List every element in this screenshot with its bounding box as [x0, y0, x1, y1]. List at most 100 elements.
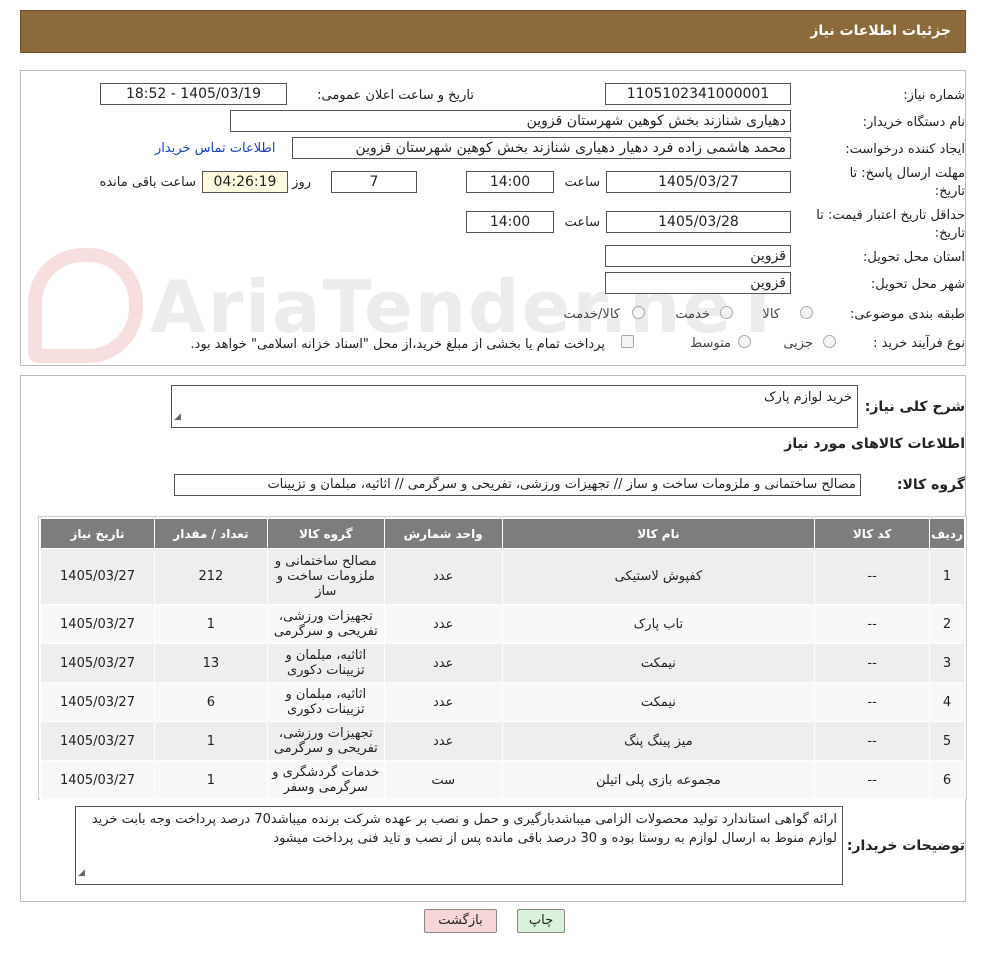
contact-buyer-link[interactable]: اطلاعات تماس خریدار: [155, 141, 275, 156]
cell-group: اثاثیه، مبلمان و تزیینات دکوری: [266, 643, 385, 683]
page-title: جزئیات اطلاعات نیاز: [810, 23, 951, 39]
col-header-name: نام کالا: [501, 518, 816, 549]
cell-qty: 1: [154, 760, 268, 800]
cell-code: --: [814, 682, 931, 722]
buyer-notes-field[interactable]: ارائه گواهی استاندارد تولید محصولات الزا…: [75, 806, 843, 885]
table-row: 6 -- مجموعه بازی پلی اتیلن ست خدمات گردش…: [40, 760, 965, 800]
page-header: جزئیات اطلاعات نیاز: [20, 10, 966, 53]
deadline-time-field[interactable]: 14:00: [466, 171, 554, 193]
province-field[interactable]: قزوین: [605, 245, 791, 267]
deadline-time-label: ساعت: [564, 175, 600, 190]
purchase-radio-medium[interactable]: [738, 335, 751, 348]
need-description-field[interactable]: خرید لوازم پارک ◢: [171, 385, 858, 428]
cell-unit: عدد: [383, 682, 503, 722]
cell-unit: ست: [383, 760, 503, 800]
cell-group: اثاثیه، مبلمان و تزیینات دکوری: [266, 682, 385, 722]
cell-name: مجموعه بازی پلی اتیلن: [501, 760, 816, 800]
resize-grip-icon[interactable]: ◢: [78, 864, 85, 883]
treasury-checkbox[interactable]: [621, 335, 634, 348]
resize-grip-icon[interactable]: ◢: [174, 408, 181, 426]
purchase-radio-minor[interactable]: [823, 335, 836, 348]
table-row: 4 -- نیمکت عدد اثاثیه، مبلمان و تزیینات …: [40, 682, 965, 722]
cell-name: کفپوش لاستیکی: [501, 548, 816, 605]
items-section-title: اطلاعات کالاهای مورد نیاز: [784, 436, 965, 452]
cell-name: میز پینگ پنگ: [501, 721, 816, 761]
cell-group: تجهیزات ورزشی، تفریحی و سرگرمی: [266, 721, 385, 761]
need-description-label: شرح کلی نیاز:: [864, 399, 965, 415]
creator-field[interactable]: محمد هاشمی زاده فرد دهیار دهیاری شنازند …: [292, 137, 791, 159]
cell-group: تجهیزات ورزشی، تفریحی و سرگرمی: [266, 604, 385, 644]
item-group-field[interactable]: مصالح ساختمانی و ملزومات ساخت و ساز // ت…: [174, 474, 861, 496]
table-row: 5 -- میز پینگ پنگ عدد تجهیزات ورزشی، تفر…: [40, 721, 965, 761]
validity-time-label: ساعت: [564, 215, 600, 230]
cell-qty: 6: [154, 682, 268, 722]
days-field[interactable]: 7: [331, 171, 417, 193]
deadline-label-line1: مهلت ارسال پاسخ: تا: [849, 166, 965, 181]
city-field[interactable]: قزوین: [605, 272, 791, 294]
col-header-date: تاریخ نیاز: [40, 518, 155, 549]
cell-name: نیمکت: [501, 643, 816, 683]
cell-code: --: [814, 548, 931, 605]
cell-row: 3: [929, 643, 965, 683]
need-number-label: شماره نیاز:: [903, 88, 965, 103]
col-header-row: ردیف: [929, 518, 965, 549]
table-row: 3 -- نیمکت عدد اثاثیه، مبلمان و تزیینات …: [40, 643, 965, 683]
cell-name: نیمکت: [501, 682, 816, 722]
cell-row: 1: [929, 548, 965, 605]
buyer-org-field[interactable]: دهیاری شنازند بخش کوهین شهرستان قزوین: [230, 110, 791, 132]
buyer-notes-text: ارائه گواهی استاندارد تولید محصولات الزا…: [91, 812, 837, 846]
cell-unit: عدد: [383, 604, 503, 644]
back-button[interactable]: بازگشت: [424, 909, 497, 933]
cell-unit: عدد: [383, 721, 503, 761]
purchase-minor-label: جزیی: [783, 336, 813, 351]
purchase-type-label: نوع فرآیند خرید :: [873, 336, 965, 351]
deadline-date-field[interactable]: 1405/03/27: [606, 171, 791, 193]
cell-code: --: [814, 760, 931, 800]
category-radio-goods[interactable]: [800, 306, 813, 319]
cell-code: --: [814, 643, 931, 683]
validity-time-field[interactable]: 14:00: [466, 211, 554, 233]
cell-group: خدمات گردشگری و سرگرمی وسفر: [266, 760, 385, 800]
validity-label-line2: تاریخ:: [934, 226, 965, 241]
category-label: طبقه بندی موضوعی:: [849, 307, 965, 322]
table-row: 1 -- کفپوش لاستیکی عدد مصالح ساختمانی و …: [40, 548, 965, 605]
category-goods-service-label: کالا/خدمت: [563, 307, 620, 322]
cell-date: 1405/03/27: [40, 721, 155, 761]
cell-unit: عدد: [383, 643, 503, 683]
deadline-label-line2: تاریخ:: [934, 184, 965, 199]
cell-row: 2: [929, 604, 965, 644]
cell-qty: 13: [154, 643, 268, 683]
cell-row: 6: [929, 760, 965, 800]
col-header-qty: تعداد / مقدار: [154, 518, 268, 549]
cell-qty: 1: [154, 604, 268, 644]
announce-label: تاریخ و ساعت اعلان عمومی:: [317, 88, 474, 103]
cell-row: 5: [929, 721, 965, 761]
need-number-field[interactable]: 1105102341000001: [605, 83, 791, 105]
buyer-org-label: نام دستگاه خریدار:: [862, 115, 965, 130]
category-radio-goods-service[interactable]: [632, 306, 645, 319]
need-description-text: خرید لوازم پارک: [763, 390, 852, 405]
province-label: استان محل تحویل:: [863, 250, 965, 265]
cell-qty: 1: [154, 721, 268, 761]
remaining-time-field[interactable]: 04:26:19: [202, 171, 288, 193]
cell-code: --: [814, 721, 931, 761]
cell-name: تاب پارک: [501, 604, 816, 644]
cell-row: 4: [929, 682, 965, 722]
announce-field[interactable]: 1405/03/19 - 18:52: [100, 83, 287, 105]
creator-label: ایجاد کننده درخواست:: [845, 142, 965, 157]
remaining-label: ساعت باقی مانده: [99, 175, 196, 190]
cell-date: 1405/03/27: [40, 682, 155, 722]
cell-date: 1405/03/27: [40, 643, 155, 683]
col-header-code: کد کالا: [814, 518, 931, 549]
print-button[interactable]: چاپ: [517, 909, 565, 933]
table-header-row: ردیف کد کالا نام کالا واحد شمارش گروه کا…: [40, 518, 965, 549]
category-goods-label: کالا: [762, 307, 780, 322]
cell-code: --: [814, 604, 931, 644]
category-radio-service[interactable]: [720, 306, 733, 319]
validity-date-field[interactable]: 1405/03/28: [606, 211, 791, 233]
cell-date: 1405/03/27: [40, 760, 155, 800]
city-label: شهر محل تحویل:: [870, 277, 965, 292]
treasury-note: پرداخت تمام یا بخشی از مبلغ خرید،از محل …: [190, 337, 605, 352]
cell-date: 1405/03/27: [40, 604, 155, 644]
cell-unit: عدد: [383, 548, 503, 605]
